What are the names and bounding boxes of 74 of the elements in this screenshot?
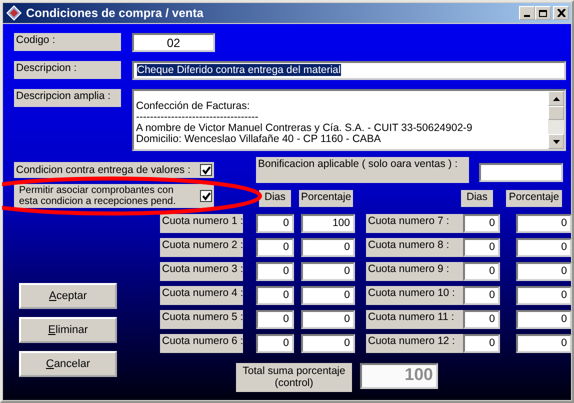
column-header: Porcentaje xyxy=(506,190,562,207)
scroll-bar[interactable] xyxy=(548,91,564,149)
scroll-up-icon xyxy=(552,96,560,100)
porcentaje-field[interactable]: 0 xyxy=(301,286,355,305)
porcentaje-field[interactable]: 0 xyxy=(301,238,355,257)
maximize-button[interactable] xyxy=(535,6,551,20)
cuota-label: Cuota numero 2 : xyxy=(160,238,243,257)
dias-field[interactable]: 0 xyxy=(463,334,500,353)
cuota-label: Cuota numero 7 : xyxy=(366,214,463,233)
total-label: Total suma porcentaje (control) xyxy=(236,363,352,392)
dias-field[interactable]: 0 xyxy=(463,238,500,257)
dias-field[interactable]: 0 xyxy=(463,286,500,305)
checkbox-row[interactable]: Condicion contra entrega de valores : xyxy=(14,162,214,178)
dias-field[interactable]: 0 xyxy=(463,310,500,329)
cuota-label: Cuota numero 12 : xyxy=(366,334,463,353)
cuota-label: Cuota numero 10 : xyxy=(366,286,463,305)
close-button[interactable] xyxy=(553,6,569,20)
dias-field[interactable]: 0 xyxy=(463,262,500,281)
cuota-label: Cuota numero 6 : xyxy=(160,334,243,353)
dias-field[interactable]: 0 xyxy=(256,238,294,257)
scroll-down-icon xyxy=(552,140,560,144)
cuota-label: Cuota numero 11 : xyxy=(366,310,463,329)
text-line: Domicilio: Wenceslao Villafañe 40 - CP 1160 - CABA xyxy=(136,134,382,145)
text-line: Confección de Facturas: xyxy=(136,101,251,112)
column-header: Dias xyxy=(461,190,493,207)
dias-field[interactable]: 0 xyxy=(256,334,294,353)
checkbox-label: Permitir asociar comprobantes con esta condicion a recepciones pend. xyxy=(19,185,177,207)
minimize-icon xyxy=(524,15,530,17)
text-line: ----------------------------------- xyxy=(136,112,260,123)
cuota-label: Cuota numero 4 : xyxy=(160,286,243,305)
action-button[interactable]: Eliminar xyxy=(19,317,117,343)
dias-field[interactable]: 0 xyxy=(256,286,294,305)
maximize-icon xyxy=(539,10,547,16)
porcentaje-field[interactable]: 0 xyxy=(301,334,355,353)
column-header: Dias xyxy=(259,190,291,207)
descripcion-field[interactable]: Cheque Diferido contra entrega del material xyxy=(132,61,566,80)
cuota-label: Cuota numero 9 : xyxy=(366,262,463,281)
field-label: Bonificacion aplicable ( solo oara ventas ) : xyxy=(256,157,469,183)
field-label: Descripcion : xyxy=(14,61,121,79)
column-header: Porcentaje xyxy=(299,190,353,207)
porcentaje-field[interactable]: 0 xyxy=(516,334,572,353)
bonificacion-field[interactable] xyxy=(479,163,563,182)
app-icon xyxy=(6,5,22,21)
checkbox-label: Condicion contra entrega de valores : xyxy=(16,164,191,176)
text-line: A nombre de Victor Manuel Contreras y Cía. S.A. - CUIT 33-50624902-9 xyxy=(136,123,474,134)
dias-field[interactable]: 0 xyxy=(256,310,294,329)
porcentaje-field[interactable]: 0 xyxy=(516,310,572,329)
checkbox[interactable] xyxy=(200,190,212,202)
field-label: Codigo : xyxy=(14,33,121,51)
porcentaje-field[interactable]: 0 xyxy=(301,310,355,329)
dias-field[interactable]: 0 xyxy=(256,262,294,281)
porcentaje-field[interactable]: 0 xyxy=(516,262,572,281)
action-button[interactable]: Aceptar xyxy=(19,283,117,309)
codigo-field[interactable]: 02 xyxy=(132,33,215,52)
porcentaje-field[interactable]: 0 xyxy=(516,238,572,257)
checkbox[interactable] xyxy=(200,164,212,176)
porcentaje-field[interactable]: 0 xyxy=(516,214,572,233)
porcentaje-field[interactable]: 0 xyxy=(516,286,572,305)
cuota-label: Cuota numero 5 : xyxy=(160,310,243,329)
cuota-label: Cuota numero 3 : xyxy=(160,262,243,281)
close-icon xyxy=(556,9,566,17)
cuota-label: Cuota numero 1 : xyxy=(160,214,243,233)
total-field: 100 xyxy=(360,363,438,389)
minimize-button[interactable] xyxy=(519,6,535,20)
cuota-label: Cuota numero 8 : xyxy=(366,238,463,257)
porcentaje-field[interactable]: 100 xyxy=(301,214,355,233)
description-text-area[interactable]: Confección de Facturas: ----------------------------------- A nombre de Victor Manuel Contreras y Cía. S.A. - CUIT 33-50624902-9 Domicilio: Wenceslao Villafañe 40 - CP 1160 - CABA xyxy=(132,89,566,151)
checkbox-row[interactable]: Permitir asociar comprobantes con esta condicion a recepciones pend. xyxy=(14,184,214,208)
field-label: Descripcion amplia : xyxy=(14,89,121,107)
dias-field[interactable]: 0 xyxy=(256,214,294,233)
dias-field[interactable]: 0 xyxy=(463,214,500,233)
porcentaje-field[interactable]: 0 xyxy=(301,262,355,281)
action-button[interactable]: Cancelar xyxy=(19,351,117,377)
window-title: Condiciones de compra / venta xyxy=(26,6,204,20)
